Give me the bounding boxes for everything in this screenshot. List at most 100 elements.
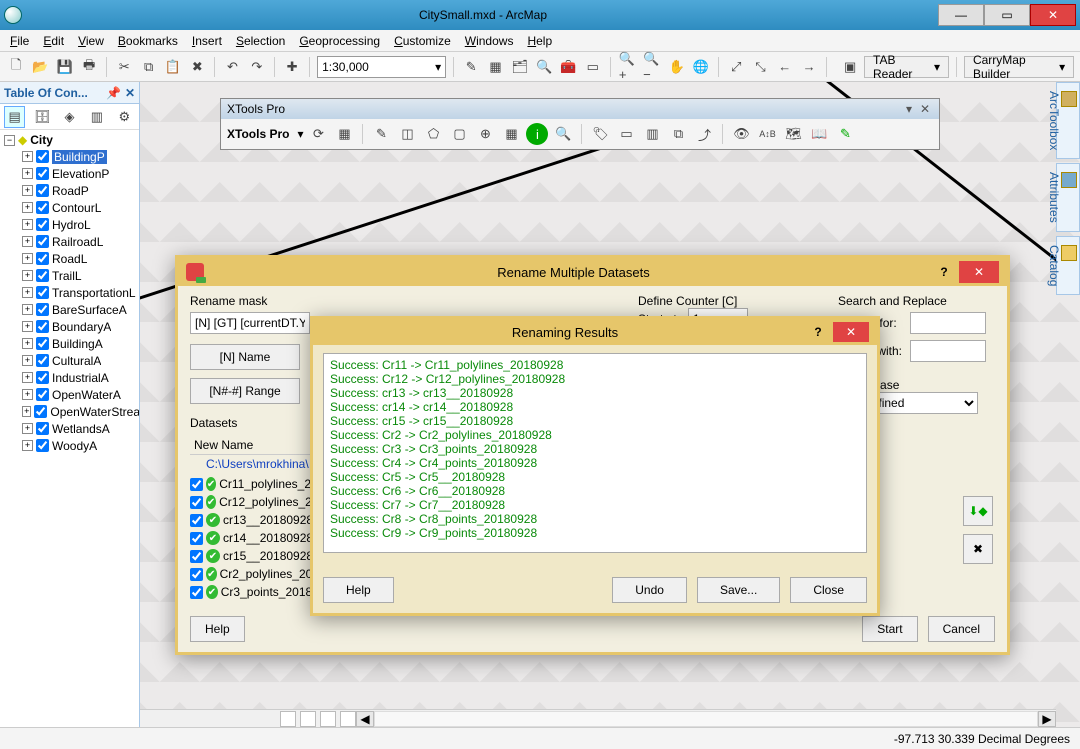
list-by-source-icon[interactable]: 🗄 xyxy=(31,106,52,128)
layer-checkbox[interactable] xyxy=(36,286,49,299)
pin-icon[interactable]: 📌 xyxy=(106,86,121,100)
xtools-close-icon[interactable]: ✕ xyxy=(917,102,933,116)
layer-checkbox[interactable] xyxy=(36,303,49,316)
help-button[interactable]: Help xyxy=(190,616,245,642)
redo-icon[interactable]: ↷ xyxy=(247,56,267,78)
help-icon[interactable]: ? xyxy=(935,265,953,279)
tabreader-icon[interactable]: ▣ xyxy=(840,56,860,78)
dataset-row[interactable]: ✔cr13__20180928 xyxy=(190,511,320,529)
layer-checkbox[interactable] xyxy=(36,269,49,282)
menu-view[interactable]: View xyxy=(78,34,104,48)
cancel-button[interactable]: Cancel xyxy=(928,616,995,642)
layer-item[interactable]: +RoadP xyxy=(4,182,139,199)
print-icon[interactable]: 🖶 xyxy=(79,56,99,78)
layer-checkbox[interactable] xyxy=(36,388,49,401)
dataset-row[interactable]: ✔Cr12_polylines_20180928 xyxy=(190,493,320,511)
xt-square-icon[interactable]: ▢ xyxy=(448,123,470,145)
range-token-button[interactable]: [N#-#] Range xyxy=(190,378,300,404)
search-input[interactable] xyxy=(910,312,986,334)
dataset-checkbox[interactable] xyxy=(190,514,203,527)
close-button[interactable]: ✕ xyxy=(1030,4,1076,26)
layer-item[interactable]: +ElevationP xyxy=(4,165,139,182)
map-hscroll[interactable]: ◀ ▶ xyxy=(140,709,1056,727)
layer-checkbox[interactable] xyxy=(36,252,49,265)
layer-checkbox[interactable] xyxy=(36,201,49,214)
carrymap-button[interactable]: CarryMap Builder▾ xyxy=(964,56,1074,78)
xt-eye-icon[interactable]: 👁 xyxy=(730,123,752,145)
layout-view-icon[interactable] xyxy=(300,711,316,727)
xt-poly-icon[interactable]: ⬠ xyxy=(422,123,444,145)
dataset-row[interactable]: ✔cr15__20180928 xyxy=(190,547,320,565)
menu-insert[interactable]: Insert xyxy=(192,34,222,48)
dataset-checkbox[interactable] xyxy=(190,496,203,509)
xt-refresh-icon[interactable]: ⟳ xyxy=(307,123,329,145)
layer-item[interactable]: +OpenWaterA xyxy=(4,386,139,403)
search-icon[interactable]: 🔍 xyxy=(534,56,554,78)
next-extent-icon[interactable]: → xyxy=(799,56,819,78)
menu-help[interactable]: Help xyxy=(527,34,552,48)
layer-item[interactable]: +BareSurfaceA xyxy=(4,301,139,318)
data-view-icon[interactable] xyxy=(280,711,296,727)
editor-icon[interactable]: ✎ xyxy=(461,56,481,78)
xt-search-icon[interactable]: 🔍 xyxy=(552,123,574,145)
save-icon[interactable]: 💾 xyxy=(55,56,75,78)
new-icon[interactable]: 🗋 xyxy=(6,56,26,78)
layer-checkbox[interactable] xyxy=(36,354,49,367)
xt-map-icon[interactable]: 🗺 xyxy=(782,123,804,145)
add-dataset-button[interactable]: ⬇◆ xyxy=(963,496,993,526)
zoom-fixed-in-icon[interactable]: ⤢ xyxy=(726,56,746,78)
dataset-checkbox[interactable] xyxy=(190,478,203,491)
dataset-row[interactable]: ✔Cr3_points_20180928 xyxy=(190,583,320,601)
zoom-in-icon[interactable]: 🔍+ xyxy=(618,56,638,78)
refresh-icon[interactable] xyxy=(320,711,336,727)
xt-draw-icon[interactable]: ✎ xyxy=(834,123,856,145)
scroll-right-icon[interactable]: ▶ xyxy=(1038,711,1056,727)
tab-reader-button[interactable]: TAB Reader▾ xyxy=(864,56,949,78)
undo-button[interactable]: Undo xyxy=(612,577,687,603)
dialog-close-button[interactable]: ✕ xyxy=(959,261,999,283)
xt-book-icon[interactable]: 📖 xyxy=(808,123,830,145)
side-tab-attributes[interactable]: Attributes xyxy=(1056,163,1080,232)
dataset-checkbox[interactable] xyxy=(190,568,203,581)
layer-checkbox[interactable] xyxy=(36,235,49,248)
table-icon[interactable]: ▦ xyxy=(485,56,505,78)
paste-icon[interactable]: 📋 xyxy=(163,56,183,78)
xt-layer-icon[interactable]: ▭ xyxy=(615,123,637,145)
layer-checkbox[interactable] xyxy=(36,167,49,180)
layer-checkbox[interactable] xyxy=(36,337,49,350)
layer-item[interactable]: +RoadL xyxy=(4,250,139,267)
layer-item[interactable]: +WetlandsA xyxy=(4,420,139,437)
layer-checkbox[interactable] xyxy=(36,184,49,197)
menu-file[interactable]: File xyxy=(10,34,29,48)
xt-shape-icon[interactable]: ◫ xyxy=(396,123,418,145)
dataset-checkbox[interactable] xyxy=(190,532,203,545)
name-token-button[interactable]: [N] Name xyxy=(190,344,300,370)
menu-edit[interactable]: Edit xyxy=(43,34,64,48)
layer-item[interactable]: +IndustrialA xyxy=(4,369,139,386)
menu-selection[interactable]: Selection xyxy=(236,34,285,48)
open-icon[interactable]: 📂 xyxy=(30,56,50,78)
layer-checkbox[interactable] xyxy=(36,320,49,333)
list-by-drawing-icon[interactable]: ▤ xyxy=(4,106,25,128)
layer-checkbox[interactable] xyxy=(36,218,49,231)
layer-item[interactable]: +HydroL xyxy=(4,216,139,233)
maximize-button[interactable]: ▭ xyxy=(984,4,1030,26)
xt-add-icon[interactable]: ⊕ xyxy=(474,123,496,145)
catalog-icon[interactable]: 🗂 xyxy=(510,56,530,78)
pan-icon[interactable]: ✋ xyxy=(666,56,686,78)
layer-item[interactable]: +RailroadL xyxy=(4,233,139,250)
menu-customize[interactable]: Customize xyxy=(394,34,451,48)
layer-checkbox[interactable] xyxy=(34,405,47,418)
start-button[interactable]: Start xyxy=(862,616,917,642)
xtools-dropdown-icon[interactable]: ▾ xyxy=(901,102,917,116)
delete-icon[interactable]: ✖ xyxy=(187,56,207,78)
layer-tree[interactable]: − ◆ City +BuildingP+ElevationP+RoadP+Con… xyxy=(0,130,139,727)
layer-checkbox[interactable] xyxy=(36,150,49,163)
xtools-toolbar[interactable]: XTools Pro ▾ ✕ XTools Pro ▾ ⟳ ▦ ✎ ◫ ⬠ ▢ … xyxy=(220,98,940,150)
python-icon[interactable]: ▭ xyxy=(583,56,603,78)
copy-icon[interactable]: ⧉ xyxy=(138,56,158,78)
layer-item[interactable]: +CulturalA xyxy=(4,352,139,369)
xt-pencil-icon[interactable]: ✎ xyxy=(370,123,392,145)
full-extent-icon[interactable]: 🌐 xyxy=(691,56,711,78)
side-tab-arctoolbox[interactable]: ArcToolbox xyxy=(1056,82,1080,159)
